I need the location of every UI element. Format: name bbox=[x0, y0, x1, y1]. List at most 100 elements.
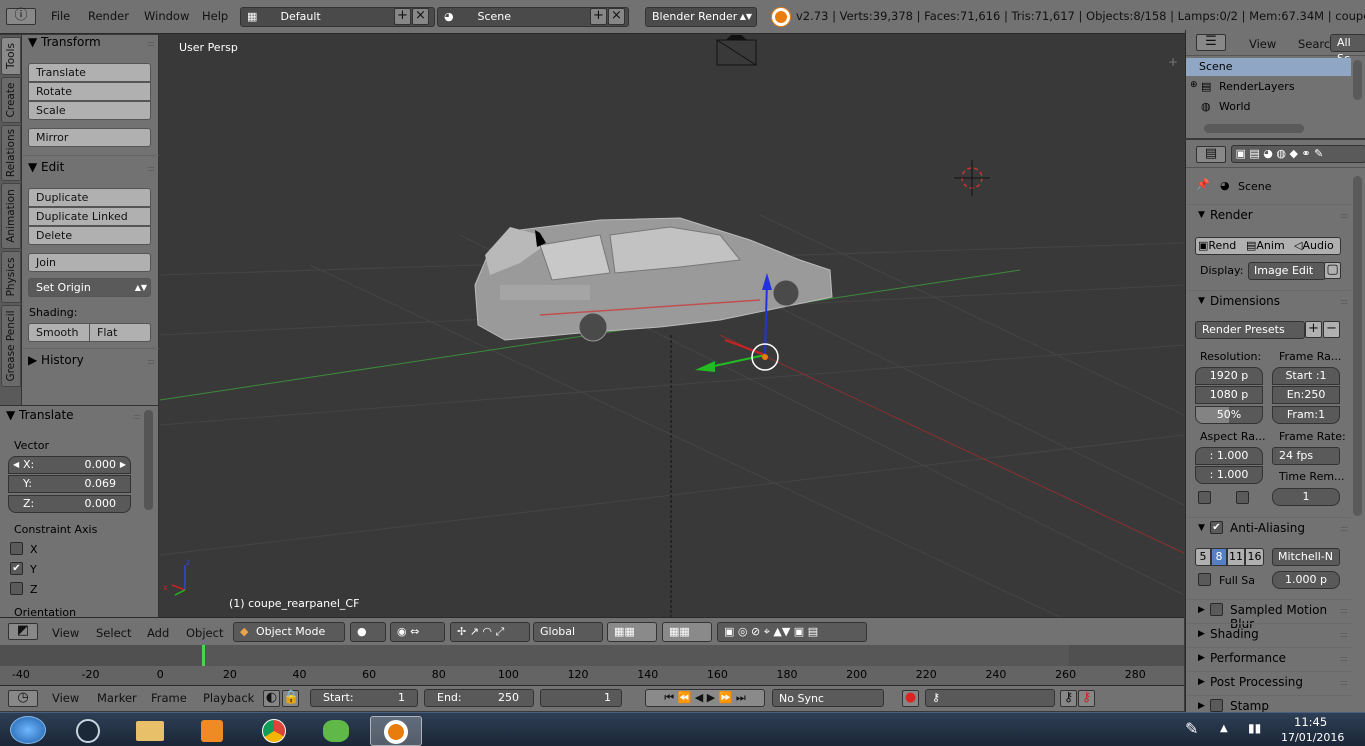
remove-layout-button[interactable]: × bbox=[412, 8, 429, 25]
tab-tools[interactable]: Tools bbox=[1, 37, 21, 75]
dimensions-panel-header[interactable]: ▼ Dimensions:::: bbox=[1186, 290, 1351, 312]
translate-button[interactable]: Translate bbox=[28, 63, 151, 82]
manipulator-buttons[interactable]: ✢ ↗ ◠ ⤢ bbox=[450, 622, 530, 642]
editor-type-button[interactable]: ◩ bbox=[8, 623, 38, 640]
menu-view[interactable]: View bbox=[1249, 37, 1276, 51]
plus-icon[interactable]: + bbox=[1168, 55, 1178, 69]
notes-tray-icon[interactable]: ✎ bbox=[1185, 719, 1198, 738]
menu-object[interactable]: Object bbox=[186, 626, 223, 640]
menu-frame[interactable]: Frame bbox=[151, 691, 187, 705]
grip-icon[interactable]: :::: bbox=[133, 412, 141, 421]
tab-grease-pencil[interactable]: Grease Pencil bbox=[1, 305, 21, 387]
start-frame-field[interactable]: Start: 1 bbox=[310, 689, 418, 707]
chrome-taskbar-icon[interactable] bbox=[248, 716, 300, 746]
add-layout-button[interactable]: + bbox=[394, 8, 411, 25]
aa-filter-selector[interactable]: Mitchell-N bbox=[1272, 548, 1340, 566]
add-preset-button[interactable]: + bbox=[1305, 321, 1322, 338]
layer-buttons-2[interactable]: ▦▦ bbox=[662, 622, 712, 642]
keying-set-field[interactable]: ⚷ bbox=[925, 689, 1055, 707]
add-scene-button[interactable]: + bbox=[590, 8, 607, 25]
properties-scrollbar[interactable] bbox=[1353, 176, 1362, 516]
frame-ruler[interactable]: -40 -20 0 20 40 60 80 100 120 140 160 180 200 220 240 2… bbox=[0, 666, 1184, 685]
current-frame-field[interactable]: 1 bbox=[540, 689, 622, 707]
grip-icon[interactable]: :::: bbox=[147, 39, 155, 48]
tab-animation[interactable]: Animation bbox=[1, 183, 21, 249]
render-panel-header[interactable]: ▼ Render:::: bbox=[1186, 204, 1351, 226]
clock-date[interactable]: 17/01/2016 bbox=[1281, 731, 1344, 744]
resolution-x-field[interactable]: 1920 p bbox=[1195, 367, 1263, 385]
join-button[interactable]: Join bbox=[28, 253, 151, 272]
menu-playback[interactable]: Playback bbox=[203, 691, 254, 705]
anti-aliasing-panel-header[interactable]: ▼ ✔ Anti-Aliasing:::: bbox=[1186, 517, 1351, 539]
record-icon[interactable]: ● bbox=[902, 690, 919, 707]
blender-taskbar-icon[interactable] bbox=[370, 716, 422, 746]
resolution-percentage-slider[interactable]: 50% bbox=[1195, 406, 1263, 424]
tab-create[interactable]: Create bbox=[1, 77, 21, 123]
tab-physics[interactable]: Physics bbox=[1, 251, 21, 303]
stamp-panel-header[interactable]: ▶ Stamp bbox=[1186, 695, 1351, 712]
vector-z-field[interactable]: Z: 0.000 bbox=[8, 495, 131, 513]
shading-panel-header[interactable]: ▶ Shading:::: bbox=[1186, 623, 1351, 645]
remove-scene-button[interactable]: × bbox=[608, 8, 625, 25]
frame-start-field[interactable]: Start :1 bbox=[1272, 367, 1340, 385]
sampled-motion-blur-header[interactable]: ▶ Sampled Motion Blur:::: bbox=[1186, 599, 1351, 631]
scale-button[interactable]: Scale bbox=[28, 101, 151, 120]
editor-type-button[interactable]: ⓘ bbox=[6, 8, 36, 25]
sync-mode-selector[interactable]: No Sync bbox=[772, 689, 884, 707]
outliner-vscrollbar[interactable] bbox=[1353, 60, 1362, 100]
context-tabs[interactable]: ▣ ▤ ◕ ◍ ◆ ⚭ ✎ bbox=[1231, 145, 1365, 163]
clock-time[interactable]: 11:45 bbox=[1294, 715, 1327, 729]
menu-select[interactable]: Select bbox=[96, 626, 131, 640]
playback-controls[interactable]: ⏮ ⏪ ◀ ▶ ⏩ ⏭ bbox=[645, 689, 765, 707]
menu-window[interactable]: Window bbox=[144, 9, 189, 23]
panel-scrollbar[interactable] bbox=[144, 410, 153, 510]
outliner-row-renderlayers[interactable]: ⊕ ▤ RenderLayers bbox=[1186, 78, 1351, 96]
constraint-x-checkbox[interactable] bbox=[10, 542, 23, 555]
transform-orientation-selector[interactable]: Global bbox=[533, 622, 603, 642]
grip-icon[interactable]: :::: bbox=[147, 164, 155, 173]
transform-panel-header[interactable]: ▼ Transform bbox=[28, 35, 101, 49]
vector-y-field[interactable]: Y: 0.069 bbox=[8, 475, 131, 493]
network-tray-icon[interactable]: ▮▮ bbox=[1248, 721, 1261, 735]
aa-samples-11[interactable]: 11 bbox=[1227, 548, 1245, 566]
duplicate-button[interactable]: Duplicate bbox=[28, 188, 151, 207]
layer-buttons-1[interactable]: ▦▦ bbox=[607, 622, 657, 642]
tab-relations[interactable]: Relations bbox=[1, 125, 21, 181]
constraint-z-checkbox[interactable] bbox=[10, 582, 23, 595]
editor-type-button[interactable]: ☰ bbox=[1196, 34, 1226, 51]
history-panel-header[interactable]: ▶ History bbox=[28, 353, 84, 367]
delete-keyframe-icon[interactable]: ⚷ bbox=[1078, 690, 1095, 707]
post-processing-panel-header[interactable]: ▶ Post Processing:::: bbox=[1186, 671, 1351, 693]
outliner-row-world[interactable]: ◍ World bbox=[1186, 98, 1351, 116]
editor-type-button[interactable]: ▤ bbox=[1196, 146, 1226, 163]
aa-samples-16[interactable]: 16 bbox=[1245, 548, 1264, 566]
pivot-selector[interactable]: ◉ ⇔ bbox=[390, 622, 445, 642]
menu-view[interactable]: View bbox=[52, 691, 79, 705]
aa-samples-8[interactable]: 8 bbox=[1211, 548, 1227, 566]
mode-selector[interactable]: ◆ Object Mode bbox=[233, 622, 345, 642]
end-frame-field[interactable]: End: 250 bbox=[424, 689, 534, 707]
performance-panel-header[interactable]: ▶ Performance:::: bbox=[1186, 647, 1351, 669]
render-engine-selector[interactable]: Blender Render ▲▼ bbox=[645, 7, 757, 27]
preview-range-icon[interactable]: ◐ bbox=[263, 690, 280, 707]
editor-type-button[interactable]: ◷ bbox=[8, 690, 38, 707]
messenger-taskbar-icon[interactable] bbox=[310, 716, 362, 746]
insert-keyframe-icon[interactable]: ⚷ bbox=[1060, 690, 1077, 707]
frame-step-field[interactable]: Fram:1 bbox=[1272, 406, 1340, 424]
lock-icon[interactable]: 🔒 bbox=[282, 690, 299, 707]
menu-view[interactable]: View bbox=[52, 626, 79, 640]
render-still-button[interactable]: ▣Rend bbox=[1198, 239, 1236, 252]
duplicate-linked-button[interactable]: Duplicate Linked bbox=[28, 207, 151, 226]
set-origin-dropdown[interactable]: Set Origin ▲▼ bbox=[28, 278, 151, 297]
timeline-editor[interactable]: -40 -20 0 20 40 60 80 100 120 140 160 180 200 220 240 2… bbox=[0, 645, 1184, 685]
aa-samples-5[interactable]: 5 bbox=[1195, 548, 1211, 566]
grip-icon[interactable]: :::: bbox=[147, 357, 155, 366]
menu-file[interactable]: File bbox=[51, 9, 70, 23]
start-button[interactable] bbox=[10, 716, 46, 744]
menu-help[interactable]: Help bbox=[202, 9, 228, 23]
smooth-button[interactable]: Smooth bbox=[28, 323, 90, 342]
delete-button[interactable]: Delete bbox=[28, 226, 151, 245]
viewport-shading-selector[interactable]: ● bbox=[350, 622, 386, 642]
menu-add[interactable]: Add bbox=[147, 626, 169, 640]
remove-preset-button[interactable]: − bbox=[1323, 321, 1340, 338]
